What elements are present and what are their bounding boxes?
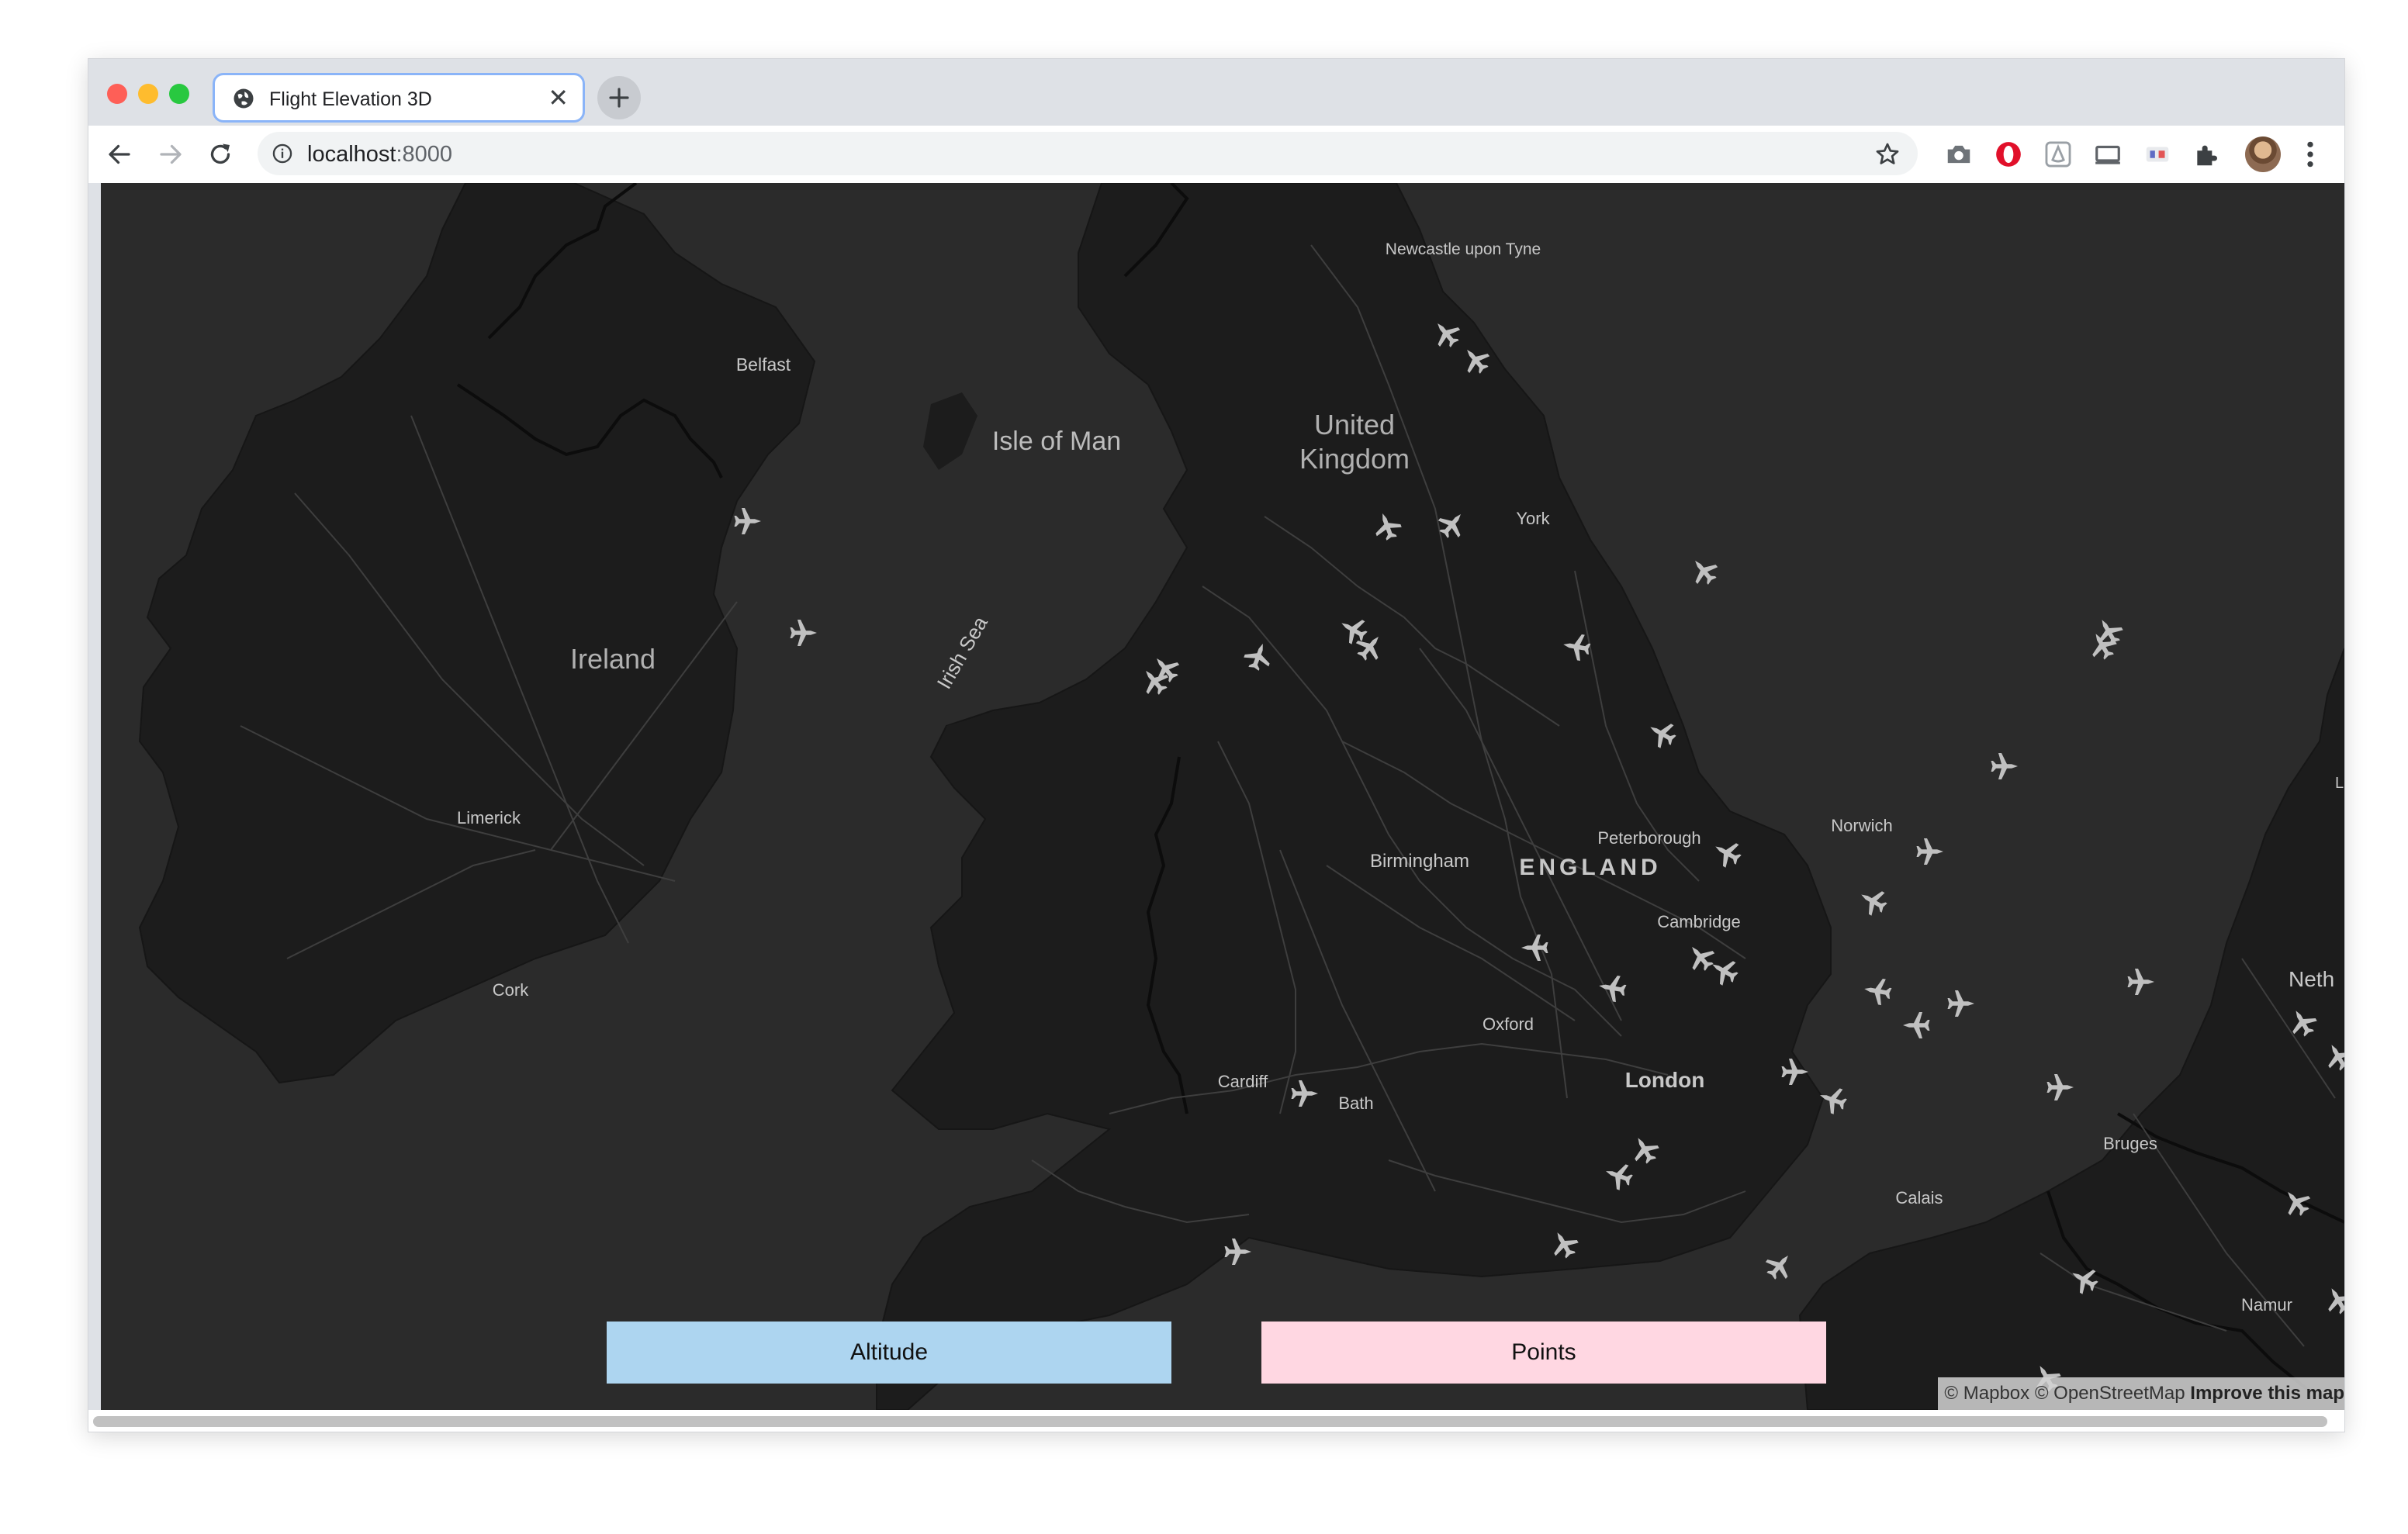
label-ireland: Ireland <box>570 643 656 675</box>
label-united: United <box>1314 409 1395 441</box>
new-tab-button[interactable] <box>597 76 641 119</box>
bookmark-star-icon[interactable] <box>1874 141 1901 168</box>
extensions-puzzle-icon[interactable] <box>2192 140 2222 169</box>
label-belfast: Belfast <box>736 354 791 375</box>
label-cambridge: Cambridge <box>1657 912 1741 931</box>
forward-arrow-icon[interactable] <box>157 140 185 168</box>
altitude-button[interactable]: Altitude <box>607 1322 1171 1384</box>
scrollbar-thumb[interactable] <box>93 1416 2327 1427</box>
globe-icon <box>234 88 254 109</box>
label-kingdom: Kingdom <box>1299 443 1410 475</box>
map-attribution: © Mapbox © OpenStreetMap Improve this ma… <box>1938 1377 2344 1410</box>
close-window-button[interactable] <box>107 84 127 104</box>
points-button[interactable]: Points <box>1261 1322 1826 1384</box>
tab-strip: Flight Elevation 3D ✕ <box>88 59 2344 126</box>
airbnb-icon[interactable] <box>2043 140 2073 169</box>
cast-screen-icon[interactable] <box>2093 140 2123 169</box>
tab-flight-elevation[interactable]: Flight Elevation 3D ✕ <box>213 73 585 123</box>
url-host: localhost <box>307 142 396 167</box>
horizontal-scrollbar[interactable] <box>88 1410 2344 1432</box>
back-arrow-icon[interactable] <box>106 140 133 168</box>
extension-badge-icon[interactable] <box>2143 140 2172 169</box>
label-isle-of-man: Isle of Man <box>992 427 1121 456</box>
more-menu-icon[interactable] <box>2301 140 2320 169</box>
browser-toolbar: localhost:8000 <box>88 126 2344 183</box>
label-york: York <box>1516 509 1550 528</box>
label-limerick: Limerick <box>457 808 521 827</box>
label-l-edge: L <box>2335 775 2344 792</box>
zoom-window-button[interactable] <box>169 84 189 104</box>
label-namur: Namur <box>2241 1295 2292 1315</box>
map-canvas[interactable]: Newcastle upon Tyne Belfast Isle of Man … <box>101 183 2344 1410</box>
label-bruges: Bruges <box>2103 1134 2157 1153</box>
url-port: :8000 <box>396 142 453 167</box>
label-london: London <box>1625 1068 1705 1092</box>
plus-icon <box>609 88 629 108</box>
minimize-window-button[interactable] <box>138 84 158 104</box>
camera-icon[interactable] <box>1944 140 1974 169</box>
info-icon[interactable] <box>272 143 293 164</box>
label-birmingham: Birmingham <box>1370 851 1469 872</box>
label-cardiff: Cardiff <box>1218 1072 1268 1091</box>
tab-close-icon[interactable]: ✕ <box>548 84 569 112</box>
label-peterborough: Peterborough <box>1597 828 1700 848</box>
opera-icon[interactable] <box>1994 140 2023 169</box>
label-calais: Calais <box>1895 1188 1943 1208</box>
label-cork: Cork <box>493 980 529 1000</box>
label-bath: Bath <box>1338 1093 1373 1113</box>
attribution-mapbox-link[interactable]: © Mapbox <box>1944 1383 2029 1404</box>
attribution-osm-link[interactable]: © OpenStreetMap <box>2035 1383 2185 1404</box>
label-newcastle: Newcastle upon Tyne <box>1386 240 1541 258</box>
map-viewport[interactable]: Newcastle upon Tyne Belfast Isle of Man … <box>101 183 2344 1410</box>
tab-title: Flight Elevation 3D <box>269 88 432 110</box>
reload-icon[interactable] <box>206 140 234 168</box>
label-oxford: Oxford <box>1483 1014 1534 1034</box>
label-neth: Neth <box>2289 967 2334 991</box>
improve-map-link[interactable]: Improve this map <box>2190 1383 2344 1404</box>
profile-avatar[interactable] <box>2245 136 2281 172</box>
address-bar[interactable]: localhost:8000 <box>258 132 1918 175</box>
label-england: ENGLAND <box>1519 855 1661 880</box>
url-text[interactable]: localhost:8000 <box>307 142 452 168</box>
label-norwich: Norwich <box>1831 816 1892 835</box>
browser-window: Flight Elevation 3D ✕ localhost:8000 New… <box>88 59 2344 1432</box>
